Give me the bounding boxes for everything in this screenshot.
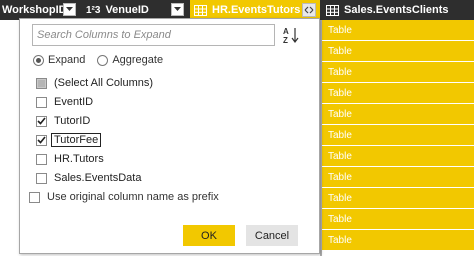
sort-az-icon: A Z [283, 27, 299, 44]
column-item-label: EventID [54, 96, 94, 108]
checkbox-partial-icon[interactable] [36, 77, 47, 89]
mode-radio-group: Expand Aggregate [33, 54, 175, 66]
checkbox-checked-icon[interactable] [36, 134, 47, 146]
table-cell[interactable]: Table [322, 188, 474, 208]
checkbox-unchecked-icon[interactable] [36, 172, 47, 184]
column-header-label: VenueID [105, 4, 149, 16]
ok-button[interactable]: OK [183, 225, 235, 246]
checkbox-checked-icon[interactable] [36, 115, 47, 127]
column-item-tutorfee[interactable]: TutorFee [36, 132, 102, 148]
expand-radio-label: Expand [48, 54, 86, 66]
column-item-select-all[interactable]: (Select All Columns) [36, 75, 153, 91]
column-item-label: TutorFee [51, 133, 102, 147]
column-item-label: HR.Tutors [54, 153, 104, 165]
search-columns-input[interactable] [32, 24, 275, 46]
sort-az-button[interactable]: A Z [281, 25, 301, 45]
table-cell[interactable]: Table [322, 125, 474, 145]
column-item-sales-eventsdata[interactable]: Sales.EventsData [36, 170, 141, 186]
chevron-down-icon [66, 7, 73, 11]
checkbox-unchecked-icon[interactable] [29, 191, 40, 203]
chevron-down-icon [174, 7, 181, 11]
table-cell[interactable]: Table [322, 41, 474, 61]
svg-text:A: A [283, 27, 289, 36]
aggregate-radio-label: Aggregate [112, 54, 164, 66]
column-filter-dropdown[interactable] [63, 3, 76, 16]
column-item-hr-tutors[interactable]: HR.Tutors [36, 151, 104, 167]
column-header-label: WorkshopID [2, 4, 67, 16]
column-item-label: (Select All Columns) [54, 77, 154, 89]
column-filter-dropdown[interactable] [171, 3, 184, 16]
table-cell[interactable]: Table [322, 209, 474, 229]
column-header-sales-eventsclients[interactable]: Sales.EventsClients [322, 0, 474, 20]
table-cell[interactable]: Table [322, 83, 474, 103]
expand-columns-popup: A Z Expand Aggregate (Select All Columns… [19, 18, 320, 254]
table-cell[interactable]: Table [322, 104, 474, 124]
column-header-label: Sales.EventsClients [344, 4, 449, 16]
table-icon [194, 4, 207, 16]
column-header-workshopid[interactable]: WorkshopID [0, 0, 78, 20]
checkbox-unchecked-icon[interactable] [36, 96, 47, 108]
column-header-venueid[interactable]: 1²3 VenueID [80, 0, 188, 20]
table-icon [326, 4, 339, 16]
radio-selected-icon [33, 54, 44, 66]
prefix-option[interactable]: Use original column name as prefix [29, 191, 219, 203]
table-cell[interactable]: Table [322, 146, 474, 166]
table-cell[interactable]: Table [322, 230, 474, 250]
expand-columns-button[interactable] [302, 3, 316, 17]
column-item-label: Sales.EventsData [54, 172, 142, 184]
expand-radio[interactable]: Expand [33, 54, 85, 66]
aggregate-radio[interactable]: Aggregate [97, 54, 163, 66]
column-header-row: WorkshopID 1²3 VenueID HR.EventsTutors S… [0, 0, 474, 20]
prefix-option-label: Use original column name as prefix [47, 191, 219, 203]
table-cell[interactable]: Table [322, 20, 474, 40]
column-header-label: HR.EventsTutors [212, 4, 301, 16]
column-item-tutorid[interactable]: TutorID [36, 113, 90, 129]
checkbox-unchecked-icon[interactable] [36, 153, 47, 165]
svg-text:Z: Z [283, 36, 288, 44]
cancel-button[interactable]: Cancel [246, 225, 298, 246]
radio-unselected-icon [97, 54, 109, 66]
expand-arrows-icon [304, 6, 314, 14]
column-item-label: TutorID [54, 115, 91, 127]
column-header-hr-eventstutors[interactable]: HR.EventsTutors [190, 0, 320, 20]
table-cell[interactable]: Table [322, 167, 474, 187]
column-item-eventid[interactable]: EventID [36, 94, 93, 110]
table-cell[interactable]: Table [322, 62, 474, 82]
number-type-icon: 1²3 [86, 4, 101, 16]
